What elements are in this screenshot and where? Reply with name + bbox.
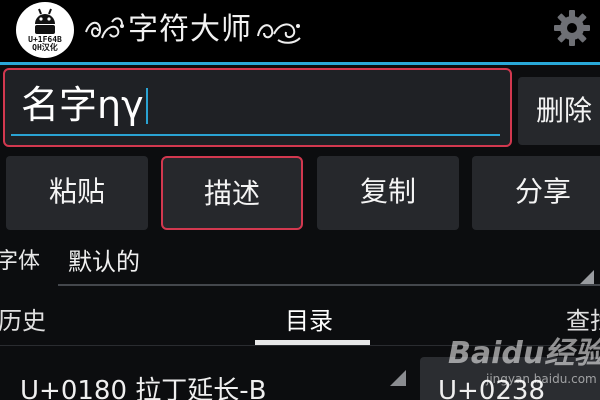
copy-button[interactable]: 复制 bbox=[317, 156, 459, 230]
delete-button[interactable]: 删除 bbox=[518, 77, 600, 145]
left-flourish-icon bbox=[85, 17, 124, 39]
paste-button[interactable]: 粘贴 bbox=[6, 156, 148, 230]
app-icon-credit: QH汉化 bbox=[32, 43, 58, 52]
list-item[interactable]: U+0180 拉丁延长-B U+0238 bbox=[0, 355, 600, 400]
tab-history[interactable]: 历史 bbox=[0, 304, 46, 338]
list-item-code: U+0238 bbox=[438, 376, 545, 400]
app-title-group: 字符大师 bbox=[82, 4, 302, 56]
character-input-value[interactable]: 名字ηγ bbox=[21, 80, 148, 130]
action-bar: U+1F64B QH汉化 字符大师 bbox=[0, 0, 600, 62]
input-underline bbox=[11, 134, 500, 136]
text-caret bbox=[145, 88, 148, 124]
share-button[interactable]: 分享 bbox=[472, 156, 600, 230]
list-item-label: U+0180 拉丁延长-B bbox=[20, 376, 267, 400]
tab-search[interactable]: 查找 bbox=[566, 304, 600, 338]
right-flourish-icon bbox=[257, 23, 301, 44]
font-select-underline bbox=[58, 284, 600, 286]
gear-icon[interactable] bbox=[552, 8, 592, 48]
font-label: 字体 bbox=[0, 249, 41, 274]
app-icon[interactable]: U+1F64B QH汉化 bbox=[16, 2, 74, 58]
expand-corner-icon bbox=[390, 370, 406, 386]
font-select[interactable]: 默认的 bbox=[68, 245, 140, 279]
describe-button[interactable]: 描述 bbox=[161, 156, 303, 230]
character-input-field[interactable]: 名字ηγ bbox=[3, 68, 512, 147]
android-robot-icon bbox=[35, 8, 55, 34]
dropdown-arrow-icon[interactable] bbox=[580, 270, 594, 284]
tab-divider bbox=[0, 345, 600, 346]
app-screen: U+1F64B QH汉化 字符大师 名字ηγ 删除 粘贴 描述 复制 分享 字体… bbox=[0, 0, 600, 400]
app-title: 字符大师 bbox=[128, 12, 252, 47]
character-input-text: 名字ηγ bbox=[21, 83, 144, 127]
action-bar-divider bbox=[0, 62, 600, 65]
tab-catalog[interactable]: 目录 bbox=[285, 304, 333, 338]
